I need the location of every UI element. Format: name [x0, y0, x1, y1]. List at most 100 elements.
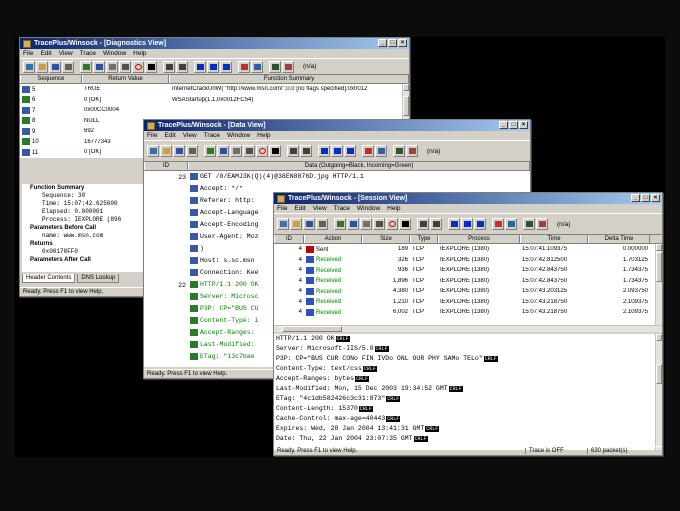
table-row[interactable]: 7 0x00CC0004 [20, 105, 409, 116]
menu-view[interactable]: View [313, 205, 327, 212]
horizontal-scrollbar[interactable] [274, 325, 662, 332]
col-action[interactable]: Action [304, 235, 362, 243]
stop-button[interactable] [269, 145, 281, 157]
col-id[interactable]: ID [144, 162, 188, 170]
diagnostics-button[interactable] [204, 145, 216, 157]
col-size[interactable]: Size [362, 235, 410, 243]
function-summary-tree[interactable]: Function Summary Sequence: 30 Time: 15:07:… [22, 184, 146, 272]
packet-detail-pane[interactable]: HTTP/1.1 200 OK CRLF Server: Microsoft-IIS… [274, 332, 662, 450]
table-row[interactable]: 4 Received 6,002 TCP IEXPLORE (1380) 15:07:43… [274, 307, 662, 318]
new-button[interactable] [23, 60, 35, 73]
close-button[interactable]: × [651, 194, 660, 202]
tree-node[interactable]: Parameters Before Call [22, 224, 146, 232]
menu-file[interactable]: File [147, 132, 157, 139]
session-list[interactable]: 4 Sent 189 TCP IEXPLORE (1380) 15:07:41.10937… [274, 244, 662, 332]
chart-button[interactable] [238, 60, 250, 73]
open-button[interactable] [160, 145, 172, 157]
tree-node[interactable]: Returns [22, 240, 146, 248]
play-button[interactable] [448, 218, 460, 230]
play-button[interactable] [194, 60, 206, 73]
chart-button[interactable] [362, 145, 374, 157]
record-button[interactable] [256, 145, 268, 157]
record-button[interactable] [132, 60, 144, 73]
diagnostics-title-bar[interactable]: TracePlus/Winsock - [Diagnostics View] _… [20, 38, 409, 49]
chart-button[interactable] [492, 218, 504, 230]
grid-button[interactable] [375, 145, 387, 157]
stop-button[interactable] [145, 60, 157, 73]
text-button[interactable] [417, 218, 429, 230]
tab-header-contents[interactable]: Header Contents [22, 274, 76, 283]
maximize-button[interactable]: □ [509, 121, 518, 129]
new-button[interactable] [147, 145, 159, 157]
save-button[interactable] [173, 145, 185, 157]
open-button[interactable] [290, 218, 302, 230]
menu-edit[interactable]: Edit [164, 132, 175, 139]
step-button[interactable] [474, 218, 486, 230]
record-button[interactable] [386, 218, 398, 230]
minimize-button[interactable]: _ [499, 121, 508, 129]
table-row[interactable]: 6 0 [OK] WSAStartup(1.1,0x0012FC54) [20, 95, 409, 106]
new-button[interactable] [277, 218, 289, 230]
step-button[interactable] [344, 145, 356, 157]
menu-help[interactable]: Help [257, 132, 270, 139]
capture-button[interactable] [282, 60, 294, 73]
col-delta-time[interactable]: Delta Time [588, 235, 650, 243]
col-data[interactable]: Data (Outgoing=Black, Incoming=Green) [188, 162, 530, 170]
session-window[interactable]: TracePlus/Winsock - [Session View] _ □ ×… [273, 192, 663, 456]
col-function-summary[interactable]: Function Summary [169, 75, 409, 83]
menu-help[interactable]: Help [133, 50, 146, 57]
tree-node[interactable]: Function Summary [22, 184, 146, 192]
data-title-bar[interactable]: TracePlus/Winsock - [Data View] _ □ × [144, 120, 530, 131]
menu-trace[interactable]: Trace [334, 205, 350, 212]
find-button[interactable] [300, 145, 312, 157]
menu-window[interactable]: Window [103, 50, 126, 57]
col-id[interactable]: ID [274, 235, 304, 243]
play-button[interactable] [318, 145, 330, 157]
col-process[interactable]: Process [438, 235, 520, 243]
zoom-button[interactable] [393, 145, 405, 157]
print-button[interactable] [62, 60, 74, 73]
data-button[interactable] [347, 218, 359, 230]
filter-button[interactable] [373, 218, 385, 230]
menu-view[interactable]: View [59, 50, 73, 57]
table-row[interactable]: 4 Received 936 TCP IEXPLORE (1380) 15:07:42.8… [274, 265, 662, 276]
tab-dns-lookup[interactable]: DNS Lookup [77, 274, 120, 283]
data-line[interactable]: 23 GET /0/EAMJ3K(Q)(4)@38EN8876D.jpg HTTP… [144, 171, 530, 183]
table-row[interactable]: 4 Received 4,380 TCP IEXPLORE (1380) 15:07:43… [274, 286, 662, 297]
pause-button[interactable] [331, 145, 343, 157]
vertical-scrollbar[interactable] [655, 244, 662, 325]
filter-button[interactable] [119, 60, 131, 73]
close-button[interactable]: × [519, 121, 528, 129]
grid-button[interactable] [251, 60, 263, 73]
minimize-button[interactable]: _ [631, 194, 640, 202]
table-row[interactable]: 4 Sent 189 TCP IEXPLORE (1380) 15:07:41.10937… [274, 244, 662, 255]
table-row[interactable]: 4 Received 1,896 TCP IEXPLORE (1380) 15:07:42… [274, 276, 662, 287]
grid-button[interactable] [505, 218, 517, 230]
menu-edit[interactable]: Edit [294, 205, 305, 212]
session-button[interactable] [106, 60, 118, 73]
col-return-value[interactable]: Return Value [81, 75, 170, 83]
stop-button[interactable] [399, 218, 411, 230]
col-time[interactable]: Time [520, 235, 588, 243]
tree-node[interactable]: Parameters After Call [22, 256, 146, 264]
data-button[interactable] [93, 60, 105, 73]
col-sequence[interactable]: Sequence [20, 75, 82, 83]
data-button[interactable] [217, 145, 229, 157]
pause-button[interactable] [207, 60, 219, 73]
menu-window[interactable]: Window [357, 205, 380, 212]
capture-button[interactable] [406, 145, 418, 157]
zoom-button[interactable] [269, 60, 281, 73]
table-row[interactable]: 4 Received 1,210 TCP IEXPLORE (1380) 15:07:43… [274, 297, 662, 308]
capture-button[interactable] [536, 218, 548, 230]
menu-file[interactable]: File [277, 205, 287, 212]
table-row[interactable]: 5 TRUE InternetCrackUrlW( "http://www.msn.… [20, 84, 409, 95]
save-button[interactable] [303, 218, 315, 230]
filter-button[interactable] [243, 145, 255, 157]
menu-help[interactable]: Help [387, 205, 400, 212]
maximize-button[interactable]: □ [388, 39, 397, 47]
maximize-button[interactable]: □ [641, 194, 650, 202]
zoom-button[interactable] [523, 218, 535, 230]
print-button[interactable] [186, 145, 198, 157]
diagnostics-button[interactable] [334, 218, 346, 230]
print-button[interactable] [316, 218, 328, 230]
